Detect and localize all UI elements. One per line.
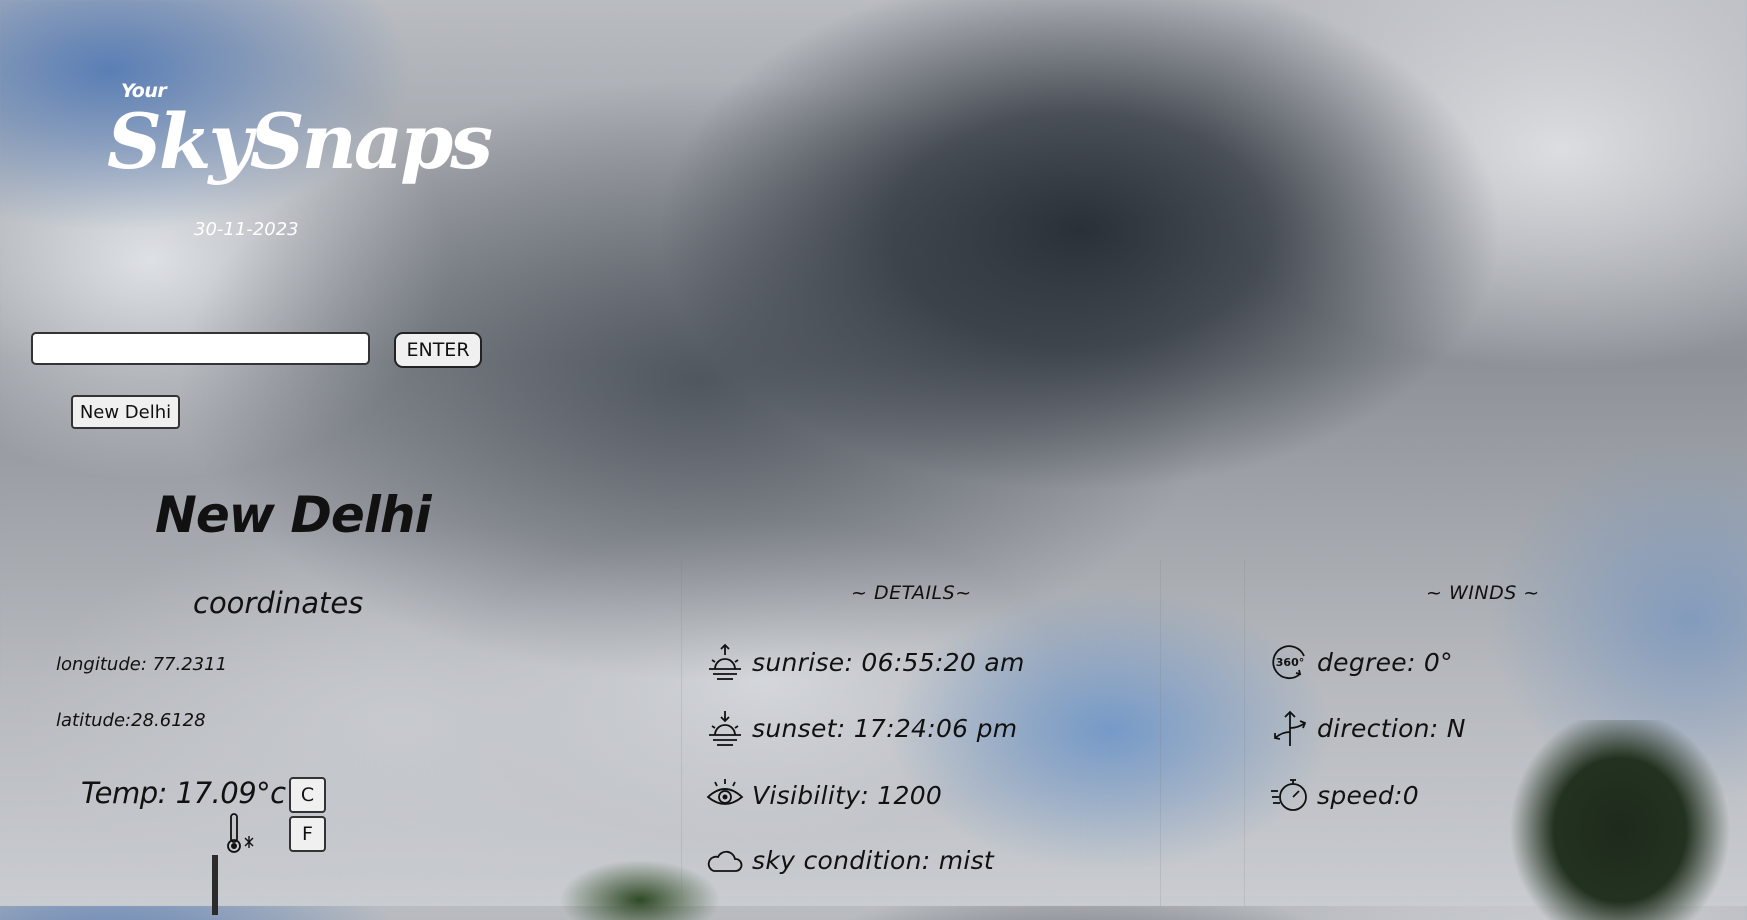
visibility-value: Visibility: 1200: [752, 780, 943, 810]
panel-divider: [681, 560, 682, 906]
fahrenheit-button[interactable]: F: [289, 816, 326, 852]
sunset-icon: [709, 711, 741, 746]
thermometer-icon: [227, 813, 254, 853]
360-degree-icon: 360°: [1272, 645, 1305, 680]
sunset-row: sunset: 17:24:06 pm: [705, 708, 1017, 748]
wind-speed-row: speed:0: [1270, 775, 1419, 815]
background-pole: [212, 855, 218, 915]
coordinates-heading: coordinates: [193, 586, 364, 620]
sunrise-value: sunrise: 06:55:20 am: [752, 647, 1025, 677]
direction-arrows-icon: [1274, 710, 1307, 746]
wind-direction-row: direction: N: [1270, 708, 1466, 748]
background-tree: [560, 860, 720, 920]
sunrise-row: sunrise: 06:55:20 am: [705, 642, 1025, 682]
wind-degree-row: 360° degree: 0°: [1270, 642, 1453, 682]
city-search-input[interactable]: [31, 332, 370, 365]
sunrise-icon: [709, 643, 741, 680]
background-tree: [1490, 720, 1747, 920]
temperature-value: Temp: 17.09°c: [81, 776, 286, 810]
wind-speed-value: speed:0: [1317, 780, 1419, 810]
eye-icon: [706, 779, 744, 805]
details-heading: ~ DETAILS~: [851, 582, 972, 604]
sunset-value: sunset: 17:24:06 pm: [752, 713, 1018, 743]
svg-text:360°: 360°: [1276, 656, 1304, 669]
cloud-icon: [707, 850, 743, 872]
panel-divider: [1244, 560, 1245, 906]
winds-heading: ~ WINDS ~: [1426, 582, 1540, 604]
sky-condition-value: sky condition: mist: [752, 845, 995, 875]
latitude-value: latitude:28.6128: [56, 710, 206, 731]
visibility-row: Visibility: 1200: [705, 775, 942, 815]
sky-condition-row: sky condition: mist: [705, 840, 994, 880]
speedometer-icon: [1271, 779, 1307, 811]
enter-button[interactable]: ENTER: [394, 332, 482, 368]
current-date: 30-11-2023: [194, 219, 299, 240]
logo-name: SkySnaps: [107, 97, 493, 186]
city-name: New Delhi: [155, 486, 432, 544]
recent-city-button[interactable]: New Delhi: [71, 395, 180, 429]
wind-degree-value: degree: 0°: [1317, 647, 1453, 677]
celsius-button[interactable]: C: [289, 777, 326, 813]
longitude-value: longitude: 77.2311: [56, 654, 228, 675]
wind-direction-value: direction: N: [1317, 713, 1466, 743]
panel-divider: [1160, 560, 1161, 906]
